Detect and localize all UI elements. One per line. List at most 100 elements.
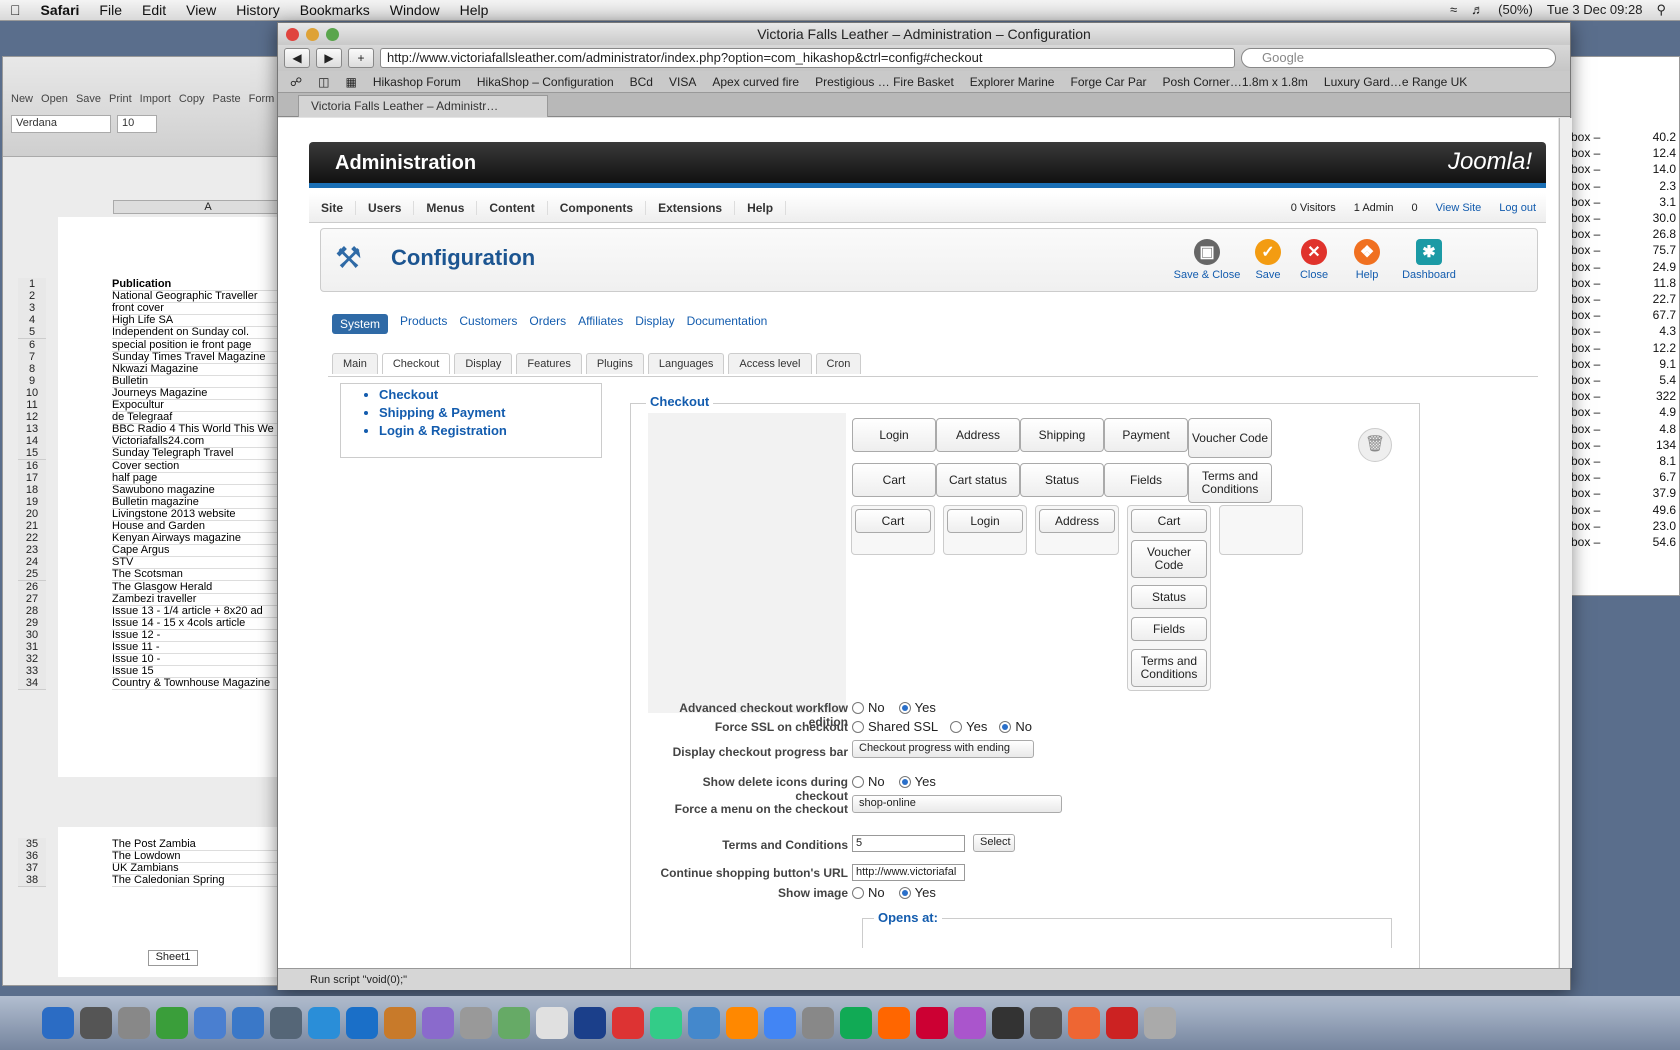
mail-list-item[interactable]: box – 4.8 bbox=[1571, 422, 1676, 438]
dock-app-icon[interactable] bbox=[384, 1007, 416, 1039]
mail-list-item[interactable]: box – 9.1 bbox=[1571, 357, 1676, 373]
row-number[interactable]: 4 bbox=[18, 314, 46, 328]
mail-list-item[interactable]: box – 22.7 bbox=[1571, 292, 1676, 308]
top-sites-icon[interactable]: ▦ bbox=[346, 75, 357, 89]
menu-documentation[interactable]: Documentation bbox=[687, 314, 768, 334]
help-button[interactable]: ❖ Help bbox=[1340, 239, 1394, 281]
bookmark-link[interactable]: HikaShop – Configuration bbox=[477, 75, 614, 89]
step-4-fields[interactable]: Fields bbox=[1131, 617, 1207, 641]
sheet-cell[interactable]: Sunday Telegraph Travel bbox=[112, 447, 302, 461]
bookmark-link[interactable]: Prestigious … Fire Basket bbox=[815, 75, 954, 89]
dock-app-icon[interactable] bbox=[840, 1007, 872, 1039]
sheet-cell[interactable]: Issue 11 - bbox=[112, 641, 302, 654]
add-bookmark-button[interactable]: + bbox=[348, 48, 374, 68]
row-number[interactable]: 33 bbox=[18, 665, 46, 679]
sheet-cell[interactable]: The Lowdown bbox=[112, 850, 302, 864]
tab-plugins[interactable]: Plugins bbox=[585, 353, 644, 374]
dock-app-icon[interactable] bbox=[916, 1007, 948, 1039]
dock-app-icon[interactable] bbox=[650, 1007, 682, 1039]
sheet-cell[interactable]: Cover section bbox=[112, 460, 302, 473]
mail-list-item[interactable]: box – 54.6 bbox=[1571, 535, 1676, 551]
link-login-registration[interactable]: Login & Registration bbox=[379, 423, 601, 438]
dock-app-icon[interactable] bbox=[80, 1007, 112, 1039]
tab-features[interactable]: Features bbox=[516, 353, 582, 374]
terms-select-button[interactable]: Select bbox=[973, 834, 1015, 852]
apple-menu-icon[interactable]:  bbox=[0, 2, 31, 18]
image-yes-radio[interactable] bbox=[898, 886, 911, 899]
menu-system[interactable]: System bbox=[332, 314, 389, 334]
image-no-radio[interactable] bbox=[852, 886, 864, 899]
dock-app-icon[interactable] bbox=[42, 1007, 74, 1039]
mail-list-item[interactable]: box – 6.7 bbox=[1571, 470, 1676, 486]
step-4-cart[interactable]: Cart bbox=[1131, 509, 1207, 533]
dock-app-icon[interactable] bbox=[688, 1007, 720, 1039]
sheet-cell[interactable]: The Caledonian Spring bbox=[112, 874, 302, 888]
sheet-cell[interactable]: Issue 10 - bbox=[112, 653, 302, 667]
tab-main[interactable]: Main bbox=[332, 353, 378, 374]
messages-count[interactable]: 0 bbox=[1412, 202, 1418, 214]
advanced-no-radio[interactable] bbox=[852, 701, 864, 714]
row-number[interactable]: 38 bbox=[18, 874, 46, 888]
row-number[interactable]: 22 bbox=[18, 532, 46, 546]
step-4-terms[interactable]: Terms and Conditions bbox=[1131, 649, 1207, 687]
mail-list-item[interactable]: box – 30.0 bbox=[1571, 211, 1676, 227]
mail-list-item[interactable]: box – 67.7 bbox=[1571, 308, 1676, 324]
progress-bar-select[interactable]: Checkout progress with ending bbox=[852, 740, 1034, 758]
menu-window[interactable]: Window bbox=[380, 2, 450, 18]
row-number[interactable]: 12 bbox=[18, 411, 46, 425]
step-3-address[interactable]: Address bbox=[1039, 509, 1115, 533]
bookmark-link[interactable]: Forge Car Par bbox=[1070, 75, 1146, 89]
dock-app-icon[interactable] bbox=[764, 1007, 796, 1039]
row-number[interactable]: 34 bbox=[18, 677, 46, 691]
bookmark-link[interactable]: Apex curved fire bbox=[712, 75, 799, 89]
sheet-cell[interactable]: Issue 15 bbox=[112, 665, 302, 679]
save-close-button[interactable]: ▣ Save & Close bbox=[1169, 239, 1245, 281]
mail-list-item[interactable]: box – 2.3 bbox=[1571, 179, 1676, 195]
mail-list-item[interactable]: box – 134 bbox=[1571, 438, 1676, 454]
menu-components[interactable]: Components bbox=[548, 200, 647, 215]
mail-list-item[interactable]: box – 24.9 bbox=[1571, 260, 1676, 276]
wifi-icon[interactable]: ≈ bbox=[1450, 2, 1457, 18]
dashboard-button[interactable]: ✱ Dashboard bbox=[1397, 239, 1461, 281]
sheet-cell[interactable]: Independent on Sunday col. bbox=[112, 326, 302, 340]
step-1-cart[interactable]: Cart bbox=[855, 509, 931, 533]
dock-app-icon[interactable] bbox=[270, 1007, 302, 1039]
step-4-status[interactable]: Status bbox=[1131, 585, 1207, 609]
continue-url-input[interactable]: http://www.victoriafal bbox=[852, 864, 965, 881]
row-number[interactable]: 18 bbox=[18, 483, 46, 497]
row-number[interactable]: 10 bbox=[18, 386, 46, 400]
dock-app-icon[interactable] bbox=[118, 1007, 150, 1039]
sheet-cell[interactable]: High Life SA bbox=[112, 314, 302, 328]
sheet-cell[interactable]: Livingstone 2013 website bbox=[112, 508, 302, 521]
dock-app-icon[interactable] bbox=[1106, 1007, 1138, 1039]
mail-list-item[interactable]: box – 4.9 bbox=[1571, 405, 1676, 421]
menu-file[interactable]: File bbox=[89, 2, 132, 18]
dock-app-icon[interactable] bbox=[536, 1007, 568, 1039]
mail-list-item[interactable]: box – 3.1 bbox=[1571, 195, 1676, 211]
row-number[interactable]: 25 bbox=[18, 568, 46, 582]
close-button[interactable]: ✕ Close bbox=[1287, 239, 1341, 281]
link-checkout[interactable]: Checkout bbox=[379, 387, 601, 402]
menu-history[interactable]: History bbox=[226, 2, 290, 18]
row-number[interactable]: 23 bbox=[18, 544, 46, 558]
dock-app-icon[interactable] bbox=[726, 1007, 758, 1039]
step-2-login[interactable]: Login bbox=[947, 509, 1023, 533]
forward-button[interactable]: ▶ bbox=[316, 48, 342, 68]
mail-list-item[interactable]: box – 75.7 bbox=[1571, 243, 1676, 259]
row-number[interactable]: 29 bbox=[18, 616, 46, 630]
bookmark-link[interactable]: VISA bbox=[669, 75, 696, 89]
mail-list-item[interactable]: box – 37.9 bbox=[1571, 486, 1676, 502]
row-number[interactable]: 11 bbox=[18, 399, 46, 412]
row-number[interactable]: 21 bbox=[18, 520, 46, 533]
dock-app-icon[interactable] bbox=[802, 1007, 834, 1039]
logout-link[interactable]: Log out bbox=[1499, 202, 1536, 214]
search-field[interactable]: Google bbox=[1241, 48, 1556, 68]
pool-shipping[interactable]: Shipping bbox=[1020, 418, 1104, 452]
bookmark-link[interactable]: Luxury Gard…e Range UK bbox=[1324, 75, 1467, 89]
minimize-window-icon[interactable] bbox=[306, 28, 319, 41]
row-number[interactable]: 7 bbox=[18, 350, 46, 364]
menu-bookmarks[interactable]: Bookmarks bbox=[290, 2, 380, 18]
sheet-cell[interactable]: BBC Radio 4 This World This We bbox=[112, 423, 302, 437]
sheet-cell[interactable]: Country & Townhouse Magazine bbox=[112, 677, 302, 691]
bookmark-link[interactable]: Hikashop Forum bbox=[373, 75, 461, 89]
